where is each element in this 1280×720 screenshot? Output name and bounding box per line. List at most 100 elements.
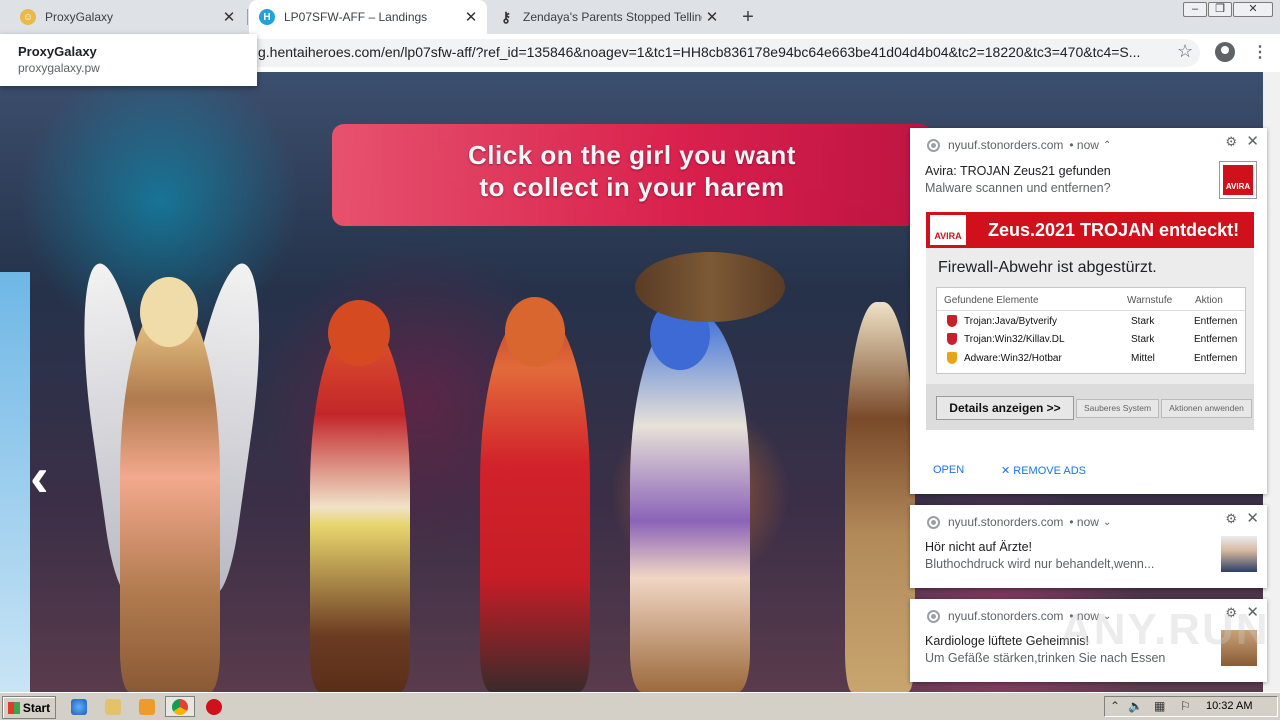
media-player-icon[interactable] <box>139 699 155 715</box>
volume-icon[interactable]: 🔈 <box>1128 699 1143 713</box>
gear-icon[interactable]: ⚙ <box>1225 511 1237 527</box>
remove-ads-button[interactable]: ✕ REMOVE ADS <box>1001 464 1086 477</box>
threat-level: Mittel <box>1131 353 1155 364</box>
open-button[interactable]: OPEN <box>933 464 964 476</box>
promo-banner: Click on the girl you want to collect in… <box>332 124 932 226</box>
chrome-taskbar-button[interactable] <box>165 696 195 717</box>
close-tab-icon[interactable]: ✕ <box>461 8 481 26</box>
close-tab-icon[interactable]: ✕ <box>219 8 239 26</box>
threat-row: Trojan:Java/Bytverify Stark Entfernen <box>937 313 1245 331</box>
threat-level: Stark <box>1131 316 1155 327</box>
clean-system-button[interactable]: Sauberes System <box>1076 399 1159 418</box>
threat-table: Gefundene Elemente Warnstufe Aktion Troj… <box>936 287 1246 374</box>
start-button[interactable]: Start <box>2 696 56 719</box>
network-icon[interactable]: ▦ <box>1154 699 1165 713</box>
notification-time: • now <box>1069 138 1099 152</box>
tab-proxygalaxy[interactable]: ☺ ProxyGalaxy ✕ <box>10 0 245 34</box>
tab-landings[interactable]: H LP07SFW-AFF – Landings ✕ <box>249 0 487 34</box>
banner-line-1: Click on the girl you want <box>468 140 796 170</box>
threat-level: Stark <box>1131 334 1155 345</box>
character-red-dress[interactable] <box>480 312 590 692</box>
minimize-button[interactable]: – <box>1183 2 1207 17</box>
threat-table-header: Gefundene Elemente Warnstufe Aktion <box>937 288 1245 311</box>
threat-row: Trojan:Win32/Killav.DL Stark Entfernen <box>937 331 1245 349</box>
notification-header: nyuuf.stonorders.com • now ⌃ <box>927 138 1111 152</box>
folder-icon[interactable] <box>105 699 121 715</box>
notification-title: Avira: TROJAN Zeus21 gefunden <box>925 164 1111 178</box>
close-tab-icon[interactable]: ✕ <box>702 8 722 26</box>
chrome-icon <box>927 609 940 623</box>
threat-action: Entfernen <box>1194 353 1238 364</box>
notification-doctors[interactable]: nyuuf.stonorders.com • now ⌄ ⚙ ✕ Hör nic… <box>910 505 1267 588</box>
close-small-icon: ✕ <box>1001 465 1011 477</box>
character-red-dress-hair <box>505 297 565 367</box>
avira-icon: AVIRA <box>1219 161 1257 199</box>
bookmark-star-icon[interactable]: ☆ <box>1177 41 1193 62</box>
proxygalaxy-favicon: ☺ <box>20 9 36 25</box>
previous-arrow-icon[interactable]: ‹ <box>30 444 49 509</box>
menu-kebab-icon[interactable]: ⋮ <box>1252 42 1268 62</box>
hovercard-subtitle: proxygalaxy.pw <box>18 61 100 75</box>
col-level: Warnstufe <box>1127 295 1173 306</box>
chevron-up-icon[interactable]: ⌃ <box>1110 699 1120 713</box>
action-center-flag-icon[interactable]: ⚐ <box>1180 699 1191 713</box>
notification-header: nyuuf.stonorders.com • now ⌄ <box>927 515 1111 529</box>
threat-name: Trojan:Java/Bytverify <box>964 316 1057 327</box>
notification-source: nyuuf.stonorders.com <box>948 138 1064 152</box>
character-red-riding-hood[interactable] <box>310 322 410 692</box>
close-window-button[interactable]: ✕ <box>1233 2 1273 17</box>
account-icon[interactable] <box>1215 42 1235 62</box>
ad-header-bar: AVIRA Zeus.2021 TROJAN entdeckt! <box>926 212 1254 248</box>
character-white-hair[interactable] <box>845 302 915 692</box>
character-angel-hair <box>140 277 198 347</box>
doctor-photo-icon <box>1221 536 1257 572</box>
character-angel[interactable] <box>120 302 220 692</box>
character-red-hood-hair <box>328 300 390 366</box>
chevron-up-icon[interactable]: ⌃ <box>1103 140 1111 151</box>
banner-line-2: to collect in your harem <box>479 172 785 202</box>
notification-avira[interactable]: nyuuf.stonorders.com • now ⌃ ⚙ ✕ Avira: … <box>910 128 1267 494</box>
threat-action: Entfernen <box>1194 316 1238 327</box>
close-icon[interactable]: ✕ <box>1246 132 1259 150</box>
tab-title: LP07SFW-AFF – Landings <box>284 10 428 24</box>
key-favicon: ⚷ <box>500 8 512 25</box>
notification-message: Malware scannen und entfernen? <box>925 181 1111 195</box>
chrome-icon <box>927 515 940 529</box>
new-tab-button[interactable]: + <box>736 5 760 29</box>
col-action: Aktion <box>1195 295 1223 306</box>
threat-name: Adware:Win32/Hotbar <box>964 353 1062 364</box>
remove-ads-label: REMOVE ADS <box>1013 465 1087 477</box>
avira-logo-icon: AVIRA <box>930 215 966 245</box>
stop-icon[interactable] <box>206 699 222 715</box>
character-eagle <box>635 252 785 322</box>
tab-title: Zendaya's Parents Stopped Telling H <box>523 10 702 24</box>
hovercard-title: ProxyGalaxy <box>18 44 97 59</box>
shield-icon <box>947 315 957 327</box>
address-bar-url[interactable]: g.hentaiheroes.com/en/lp07sfw-aff/?ref_i… <box>258 44 1163 60</box>
character-maid[interactable] <box>0 272 30 692</box>
avira-ad-image[interactable]: AVIRA Zeus.2021 TROJAN entdeckt! Firewal… <box>926 212 1254 430</box>
tab-strip: ☺ ProxyGalaxy ✕ H LP07SFW-AFF – Landings… <box>0 0 1280 34</box>
character-blue-hair[interactable] <box>630 312 750 692</box>
windows-flag-icon <box>7 701 20 714</box>
ie-icon[interactable] <box>71 699 87 715</box>
tab-zendaya[interactable]: ⚷ Zendaya's Parents Stopped Telling H ✕ <box>488 0 728 34</box>
close-icon[interactable]: ✕ <box>1246 509 1259 527</box>
watermark: ANY.RUN <box>1060 605 1270 654</box>
shield-icon <box>947 352 957 364</box>
threat-action: Entfernen <box>1194 334 1238 345</box>
ad-heading: Zeus.2021 TROJAN entdeckt! <box>988 220 1240 240</box>
taskbar: Start ⌃ 🔈 ▦ ⚐ 10:32 AM <box>0 692 1280 720</box>
apply-actions-button[interactable]: Aktionen anwenden <box>1161 399 1252 418</box>
ad-subheading: Firewall-Abwehr ist abgestürzt. <box>938 259 1157 276</box>
clock[interactable]: 10:32 AM <box>1206 700 1252 712</box>
details-button[interactable]: Details anzeigen >> <box>936 396 1074 420</box>
start-label: Start <box>22 700 51 715</box>
hentaiheroes-favicon: H <box>259 9 275 25</box>
chrome-icon <box>927 138 940 152</box>
tab-title: ProxyGalaxy <box>45 10 114 24</box>
gear-icon[interactable]: ⚙ <box>1225 134 1237 150</box>
maximize-button[interactable]: ❐ <box>1208 2 1232 17</box>
chevron-down-icon[interactable]: ⌄ <box>1103 517 1111 528</box>
notification-title: Hör nicht auf Ärzte! <box>925 540 1032 554</box>
